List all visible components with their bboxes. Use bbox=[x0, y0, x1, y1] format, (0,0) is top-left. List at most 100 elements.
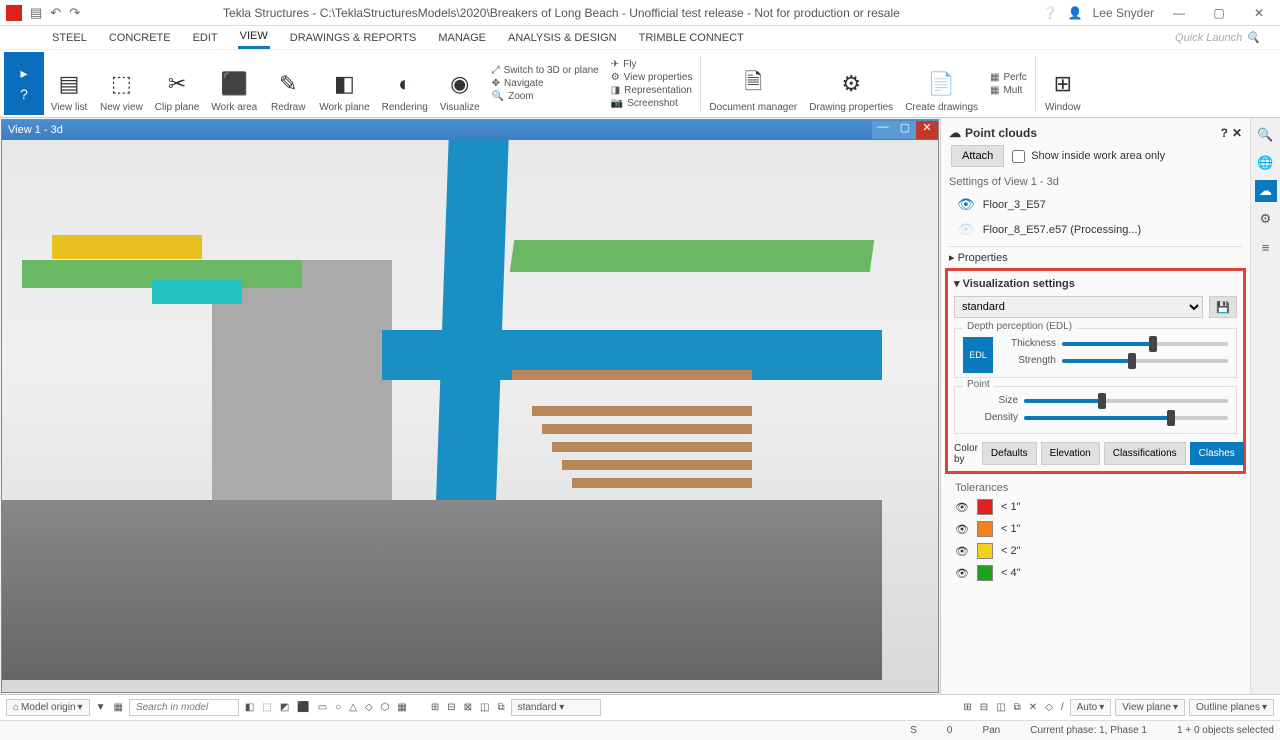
sb-icon[interactable]: ◧ bbox=[243, 702, 256, 713]
file-menu[interactable]: ▸? bbox=[4, 52, 44, 115]
preset-select[interactable]: standard bbox=[954, 296, 1203, 318]
cloud-item-1[interactable]: 👁 Floor_8_E57.e57 (Processing...) bbox=[949, 217, 1242, 242]
sb-icon[interactable]: ⊠ bbox=[462, 702, 474, 713]
search-model-input[interactable] bbox=[129, 699, 239, 716]
colorby-elevation[interactable]: Elevation bbox=[1041, 442, 1100, 465]
perfc-button[interactable]: ▦Perfc bbox=[990, 72, 1027, 83]
redo-icon[interactable]: ↷ bbox=[69, 5, 80, 21]
visibility-icon[interactable]: 👁 bbox=[955, 567, 969, 580]
sb-icon[interactable]: ✕ bbox=[1027, 702, 1039, 713]
sb-icon[interactable]: ◫ bbox=[478, 702, 491, 713]
sb-icon[interactable]: ◇ bbox=[1043, 702, 1055, 713]
outline-dropdown[interactable]: Outline planes ▾ bbox=[1189, 699, 1274, 716]
visibility-icon[interactable]: 👁 bbox=[955, 501, 969, 514]
viewport-close[interactable]: ✕ bbox=[916, 121, 938, 139]
sb-icon[interactable]: ⧉ bbox=[1012, 702, 1023, 713]
work-plane-button[interactable]: ◧Work plane bbox=[313, 52, 375, 115]
standard-dropdown[interactable]: standard ▾ bbox=[511, 699, 601, 716]
strip-search-icon[interactable]: 🔍 bbox=[1255, 124, 1277, 146]
colorby-defaults[interactable]: Defaults bbox=[982, 442, 1037, 465]
zoom-button[interactable]: 🔍Zoom bbox=[492, 91, 599, 102]
sb-icon[interactable]: ◫ bbox=[994, 702, 1007, 713]
view-list-button[interactable]: ▤View list bbox=[44, 52, 94, 115]
properties-header[interactable]: ▸ Properties bbox=[949, 246, 1242, 264]
model-canvas[interactable] bbox=[2, 140, 938, 692]
sb-icon[interactable]: ⬚ bbox=[260, 702, 273, 713]
visibility-icon[interactable]: 👁 bbox=[955, 523, 969, 536]
filter-icon[interactable]: ▼ bbox=[94, 702, 108, 713]
user-icon[interactable]: 👤 bbox=[1068, 6, 1083, 20]
sb-icon[interactable]: ⊞ bbox=[429, 702, 441, 713]
quick-access-toolbar[interactable]: ▤ ↶ ↷ bbox=[30, 5, 80, 21]
clip-plane-button[interactable]: ✂Clip plane bbox=[149, 52, 205, 115]
sb-icon[interactable]: ◩ bbox=[278, 702, 291, 713]
drawing-properties-button[interactable]: ⚙Drawing properties bbox=[803, 52, 899, 115]
attach-button[interactable]: Attach bbox=[951, 145, 1004, 167]
quick-launch[interactable]: Quick Launch 🔍 bbox=[1175, 31, 1260, 44]
tol-row-0[interactable]: 👁< 1" bbox=[949, 496, 1242, 518]
sb-icon[interactable]: ⬛ bbox=[295, 702, 311, 713]
sb-icon[interactable]: ⊟ bbox=[978, 702, 990, 713]
document-manager-button[interactable]: 🗎Document manager bbox=[703, 52, 803, 115]
fly-button[interactable]: ✈Fly bbox=[611, 59, 693, 70]
tol-row-3[interactable]: 👁< 4" bbox=[949, 562, 1242, 584]
strip-cloud-icon[interactable]: ☁ bbox=[1255, 180, 1277, 202]
screenshot-button[interactable]: 📷Screenshot bbox=[611, 98, 693, 109]
strength-slider[interactable] bbox=[1062, 359, 1228, 363]
save-icon[interactable]: ▤ bbox=[30, 5, 42, 21]
viewplane-dropdown[interactable]: View plane ▾ bbox=[1115, 699, 1185, 716]
user-name[interactable]: Lee Snyder bbox=[1093, 6, 1154, 20]
tab-trimble[interactable]: TRIMBLE CONNECT bbox=[637, 28, 746, 48]
new-view-button[interactable]: ⬚New view bbox=[94, 52, 149, 115]
colorby-clashes[interactable]: Clashes bbox=[1190, 442, 1244, 465]
maximize-button[interactable]: ▢ bbox=[1204, 6, 1234, 20]
save-preset-button[interactable]: 💾 bbox=[1209, 296, 1237, 318]
strip-layers-icon[interactable]: ≡ bbox=[1255, 236, 1277, 258]
panel-close-icon[interactable]: ✕ bbox=[1232, 126, 1242, 140]
tab-concrete[interactable]: CONCRETE bbox=[107, 28, 173, 48]
sb-icon[interactable]: ▭ bbox=[316, 702, 329, 713]
rendering-button[interactable]: ◐Rendering bbox=[376, 52, 434, 115]
tab-steel[interactable]: STEEL bbox=[50, 28, 89, 48]
tab-view[interactable]: VIEW bbox=[238, 26, 270, 49]
redraw-button[interactable]: ✎Redraw bbox=[263, 52, 313, 115]
thickness-slider[interactable] bbox=[1062, 342, 1228, 346]
status-phase[interactable]: Current phase: 1, Phase 1 bbox=[1030, 725, 1147, 736]
tab-manage[interactable]: MANAGE bbox=[436, 28, 488, 48]
show-inside-checkbox[interactable]: Show inside work area only bbox=[1012, 150, 1165, 163]
sb-icon[interactable]: ○ bbox=[333, 702, 343, 713]
auto-dropdown[interactable]: Auto ▾ bbox=[1070, 699, 1112, 716]
tol-row-1[interactable]: 👁< 1" bbox=[949, 518, 1242, 540]
sb-icon[interactable]: ⧉ bbox=[495, 702, 506, 713]
window-button[interactable]: ⊞Window bbox=[1038, 52, 1088, 115]
sb-icon[interactable]: ▦ bbox=[395, 702, 408, 713]
mult-button[interactable]: ▦Mult bbox=[990, 85, 1027, 96]
sb-icon[interactable]: △ bbox=[347, 702, 359, 713]
visibility-icon[interactable]: 👁 bbox=[957, 221, 975, 238]
viewport-minimize[interactable]: ― bbox=[872, 121, 894, 139]
help-icon[interactable]: ❔ bbox=[1043, 6, 1058, 20]
undo-icon[interactable]: ↶ bbox=[50, 5, 61, 21]
tab-analysis[interactable]: ANALYSIS & DESIGN bbox=[506, 28, 619, 48]
sb-icon[interactable]: ⬡ bbox=[379, 702, 392, 713]
visibility-icon[interactable]: 👁 bbox=[957, 196, 975, 213]
size-slider[interactable] bbox=[1024, 399, 1228, 403]
viz-header[interactable]: ▾ Visualization settings bbox=[954, 277, 1237, 290]
panel-help-icon[interactable]: ? bbox=[1221, 126, 1228, 140]
sb-icon[interactable]: / bbox=[1059, 702, 1066, 713]
close-button[interactable]: ✕ bbox=[1244, 6, 1274, 20]
cloud-item-0[interactable]: 👁 Floor_3_E57 bbox=[949, 192, 1242, 217]
strip-globe-icon[interactable]: 🌐 bbox=[1255, 152, 1277, 174]
tab-drawings[interactable]: DRAWINGS & REPORTS bbox=[288, 28, 419, 48]
edl-badge[interactable]: EDL bbox=[963, 337, 993, 373]
work-area-button[interactable]: ⬛Work area bbox=[205, 52, 263, 115]
visibility-icon[interactable]: 👁 bbox=[955, 545, 969, 558]
viewport-3d[interactable]: View 1 - 3d ― ▢ ✕ bbox=[1, 119, 939, 693]
tol-row-2[interactable]: 👁< 2" bbox=[949, 540, 1242, 562]
density-slider[interactable] bbox=[1024, 416, 1228, 420]
representation-button[interactable]: ◨Representation bbox=[611, 85, 693, 96]
sb-icon[interactable]: ⊞ bbox=[961, 702, 973, 713]
create-drawings-button[interactable]: 📄Create drawings bbox=[899, 52, 984, 115]
visualize-button[interactable]: ◉Visualize bbox=[434, 52, 486, 115]
viewport-titlebar[interactable]: View 1 - 3d ― ▢ ✕ bbox=[2, 120, 938, 140]
